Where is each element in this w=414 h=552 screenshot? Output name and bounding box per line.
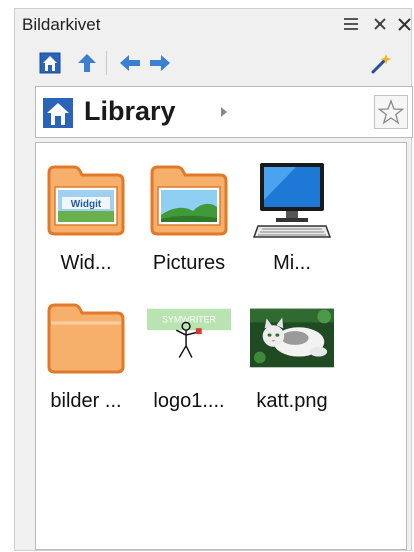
cat-image-thumbnail	[250, 297, 334, 379]
home-icon[interactable]	[38, 51, 62, 75]
list-item[interactable]: bilder ...	[36, 293, 136, 423]
favorite-button[interactable]	[374, 95, 408, 129]
item-label: bilder ...	[50, 390, 122, 412]
svg-text:Widgit: Widgit	[71, 199, 102, 210]
close-icon[interactable]	[396, 16, 412, 32]
list-item[interactable]: Mi...	[242, 155, 342, 285]
folder-widgit-icon: Widgit	[44, 159, 128, 241]
item-label: Wid...	[60, 252, 112, 274]
breadcrumb-library[interactable]: Library	[84, 96, 176, 127]
magic-wand-icon[interactable]	[370, 51, 394, 75]
list-item[interactable]: SYMWRITER logo1....	[139, 293, 239, 423]
panel-titlebar: Bildarkivet	[15, 9, 411, 39]
item-label: katt.png	[256, 390, 328, 412]
arrow-up-icon[interactable]	[75, 51, 99, 75]
breadcrumb-arrow-icon[interactable]	[221, 107, 227, 117]
arrow-left-icon[interactable]	[118, 51, 142, 75]
library-content: Widgit Wid... Pictures Mi... bilder ... …	[35, 142, 407, 550]
folder-pictures-icon	[147, 159, 231, 241]
navigation-toolbar	[15, 47, 411, 77]
toolbar-separator	[106, 51, 107, 75]
item-label: Pictures	[152, 252, 226, 274]
list-item[interactable]: katt.png	[242, 293, 342, 423]
panel-title: Bildarkivet	[22, 15, 101, 34]
home-icon[interactable]	[43, 98, 73, 128]
item-label: Mi...	[273, 252, 311, 274]
arrow-right-icon[interactable]	[148, 51, 172, 75]
menu-icon[interactable]	[343, 16, 359, 32]
pin-icon[interactable]	[372, 16, 388, 32]
image-library-panel: Bildarkivet Library Widgit Wid... Pictur…	[14, 8, 413, 551]
address-bar: Library	[35, 86, 413, 138]
computer-icon	[250, 159, 334, 241]
logo-image-thumbnail: SYMWRITER	[147, 297, 231, 379]
item-label: logo1....	[153, 390, 225, 412]
list-item[interactable]: Widgit Wid...	[36, 155, 136, 285]
list-item[interactable]: Pictures	[139, 155, 239, 285]
star-icon	[378, 99, 404, 125]
folder-icon	[44, 297, 128, 379]
